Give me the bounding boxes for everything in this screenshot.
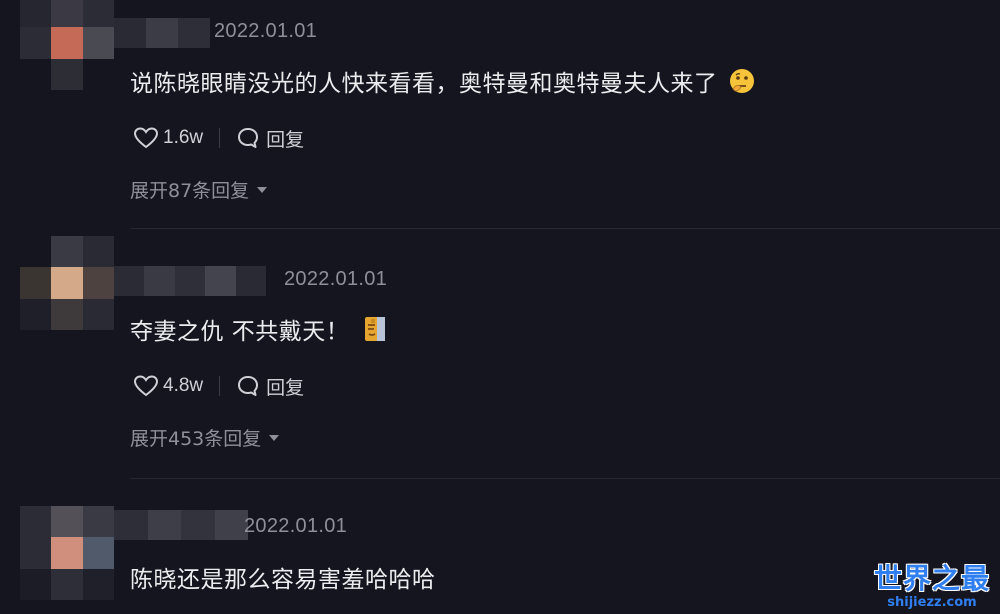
speech-bubble-icon — [238, 128, 259, 148]
reply-button[interactable]: 回复 — [236, 373, 304, 400]
heart-icon — [133, 375, 159, 397]
expand-replies-button[interactable]: 展开453条回复 — [130, 424, 280, 451]
caret-down-icon — [269, 435, 280, 441]
avatar[interactable] — [20, 236, 114, 330]
divider — [219, 128, 221, 148]
like-button[interactable]: 4.8w — [133, 374, 203, 398]
reply-label: 回复 — [266, 128, 305, 151]
reply-label: 回复 — [266, 376, 305, 399]
expand-replies-label: 展开453条回复 — [130, 428, 262, 450]
expand-replies-label: 展开87条回复 — [130, 180, 250, 202]
username[interactable] — [114, 510, 248, 540]
like-count: 4.8w — [163, 375, 204, 396]
avatar[interactable] — [20, 0, 114, 90]
speech-bubble-icon — [238, 376, 259, 396]
comment-text: 陈晓还是那么容易害羞哈哈哈 — [130, 560, 436, 594]
divider — [130, 228, 1000, 229]
like-button[interactable]: 1.6w — [133, 126, 203, 150]
username[interactable] — [114, 18, 210, 48]
comment-text: 夺妻之仇 不共戴天！ — [130, 312, 387, 349]
moai-emoji — [363, 315, 387, 349]
comment-actions: 1.6w 回复 — [133, 123, 304, 153]
divider — [219, 376, 221, 396]
comment-date: 2022.01.01 — [284, 268, 388, 290]
like-count: 1.6w — [163, 127, 204, 148]
comment-text-content: 陈晓还是那么容易害羞哈哈哈 — [130, 567, 436, 593]
heart-icon — [133, 127, 159, 149]
comment-text-content: 说陈晓眼睛没光的人快来看看，奥特曼和奥特曼夫人来了 — [130, 71, 718, 97]
thinking-face-emoji — [728, 67, 756, 101]
comment-text-content: 夺妻之仇 不共戴天！ — [130, 319, 350, 345]
reply-button[interactable]: 回复 — [236, 125, 304, 152]
avatar[interactable] — [20, 506, 114, 600]
watermark: 世界之最 shijiezz.com — [872, 562, 992, 611]
comment-date: 2022.01.01 — [244, 515, 348, 537]
username[interactable] — [114, 266, 266, 296]
divider — [130, 478, 1000, 479]
watermark-title: 世界之最 — [873, 562, 990, 595]
comment-date: 2022.01.01 — [214, 20, 318, 42]
expand-replies-button[interactable]: 展开87条回复 — [130, 176, 268, 203]
caret-down-icon — [257, 187, 268, 193]
comment-text: 说陈晓眼睛没光的人快来看看，奥特曼和奥特曼夫人来了 — [130, 64, 756, 101]
comment-actions: 4.8w 回复 — [133, 371, 304, 401]
watermark-url: shijiezz.com — [887, 595, 977, 610]
